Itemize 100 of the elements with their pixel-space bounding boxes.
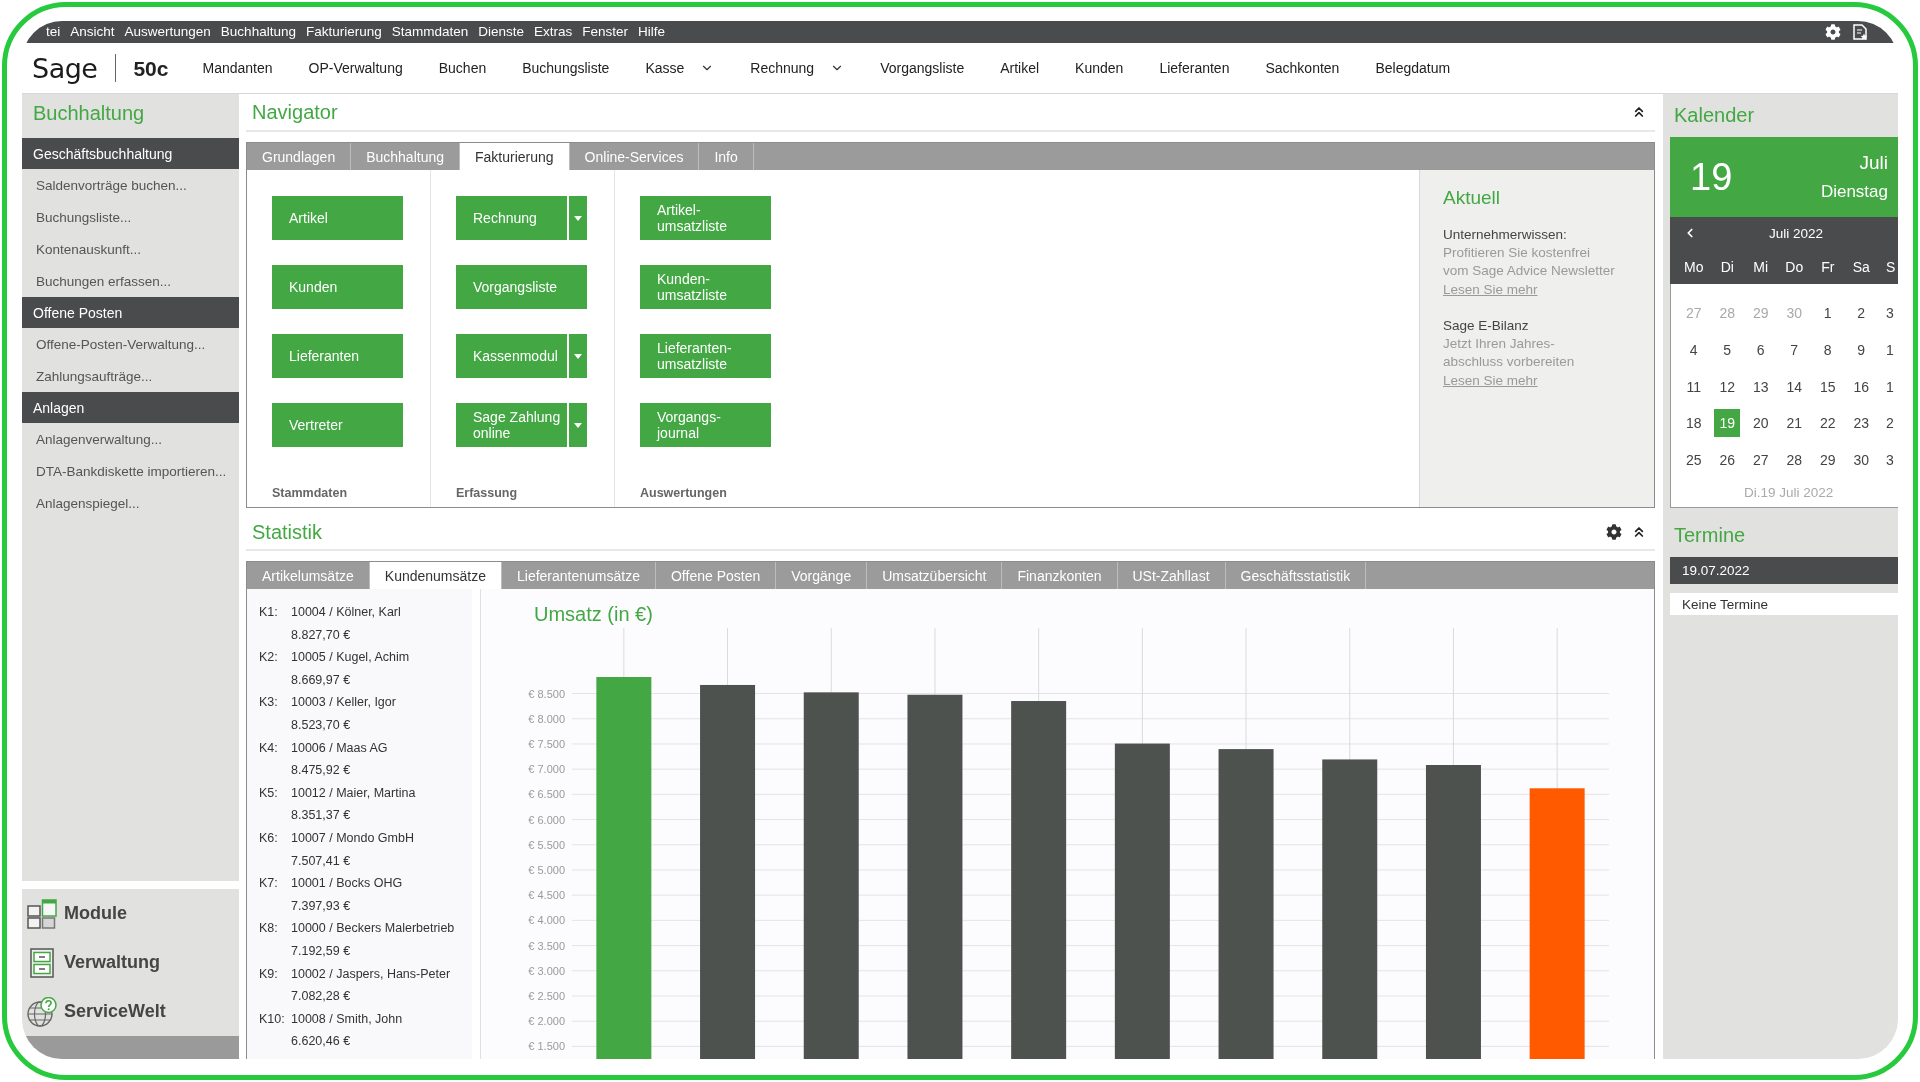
calendar-day[interactable]: 8 [1814,336,1841,365]
weekday-label: S [1885,258,1897,275]
calendar-day[interactable]: 23 [1848,409,1875,438]
calendar-day[interactable]: 12 [1714,372,1741,401]
rank-label: K9: [259,965,279,983]
menu-item[interactable]: Hilfe [638,22,666,42]
calendar-day[interactable]: 25 [1680,446,1707,475]
customer-amount: 8.523,70 € [291,716,352,734]
toolbar-button[interactable]: Belegdatum [1375,60,1451,76]
menu-item[interactable]: Ansicht [70,22,115,42]
customer-name: 10002 / Jaspers, Hans-Peter [291,965,452,983]
panel-title: Termine [1673,522,1747,548]
settings-icon[interactable] [1825,24,1841,40]
menu-item[interactable]: tei [46,22,61,42]
customer-amount: 7.397,93 € [291,897,352,915]
calendar-day[interactable]: 1 [1814,299,1841,328]
calendar-day[interactable]: 13 [1747,372,1774,401]
sidebar-item[interactable]: DTA-Bankdiskette importieren... [22,455,239,487]
rank-label: K10: [259,1010,286,1028]
calendar-day[interactable]: 11 [1680,372,1707,401]
weekday-name: Dienstag [1820,181,1888,203]
calendar-day[interactable]: 30 [1848,446,1875,475]
calendar-day[interactable]: 26 [1714,446,1741,475]
section-title: Navigator [252,100,338,125]
caret-icon [574,353,582,359]
toolbar-button[interactable]: OP-Verwaltung [308,60,403,76]
tab[interactable]: Kundenumsätze [369,562,502,589]
calendar-day[interactable]: 3 [1878,299,1894,328]
sidebar-group-header[interactable]: Geschäftsbuchhaltung [22,138,239,169]
calendar-day[interactable]: 2 [1848,299,1875,328]
section-title: Statistik [252,519,323,545]
rank-label: K3: [259,694,279,712]
calendar-day[interactable]: 5 [1714,336,1741,365]
calendar-day[interactable]: 7 [1781,336,1808,365]
calendar-day[interactable]: 28 [1781,446,1808,475]
menu-item[interactable]: Auswertungen [124,22,211,42]
sidebar-item[interactable]: Anlagenverwaltung... [22,423,239,455]
rank-label: K4: [259,739,279,757]
sidebar-item[interactable]: Zahlungsaufträge... [22,360,239,392]
calendar-day[interactable]: 1 [1878,336,1894,365]
axis-label: € 8.000 [528,712,565,725]
sidebar-group-header[interactable]: Offene Posten [22,297,239,328]
calendar-day[interactable]: 6 [1747,336,1774,365]
caret-icon [574,422,582,428]
sidebar-item[interactable]: Anlagenspiegel... [22,487,239,519]
toolbar-button[interactable]: Vorgangsliste [880,60,965,76]
sidebar-group-header[interactable]: Anlagen [22,392,239,423]
toolbar-button[interactable]: Mandanten [202,60,273,76]
calendar-day[interactable]: 27 [1747,446,1774,475]
shortcut-button[interactable]: Module [22,889,127,938]
sidebar-item[interactable]: Saldenvorträge buchen... [22,169,239,201]
customer-amount: 8.351,37 € [291,807,352,825]
weekday-label: Do [1784,258,1805,275]
axis-label: € 7.000 [528,763,565,776]
customer-name: 10006 / Maas AG [291,739,389,757]
calendar-day[interactable]: 20 [1747,409,1774,438]
toolbar-button[interactable]: Sachkonten [1265,60,1340,76]
toolbar-button[interactable]: Rechnung [750,60,815,76]
sidebar-item[interactable]: Buchungen erfassen... [22,265,239,297]
calendar-day[interactable]: 15 [1814,372,1841,401]
month-label: Juli 2022 [1769,225,1824,241]
shortcut-button[interactable]: Verwaltung [22,938,161,987]
menu-item[interactable]: Dienste [478,22,525,42]
toolbar-button[interactable]: Buchen [438,60,487,76]
axis-label: € 7.500 [528,737,565,750]
menu-item[interactable]: Fakturierung [305,22,382,42]
shortcut-button[interactable]: ServiceWelt [22,987,166,1036]
document-icon[interactable] [1853,24,1868,40]
toolbar-button[interactable]: Artikel [1000,60,1040,76]
axis-label: € 4.000 [528,914,565,927]
calendar-day[interactable]: 29 [1814,446,1841,475]
calendar-day[interactable]: 14 [1781,372,1808,401]
calendar-day[interactable]: 3 [1878,446,1894,475]
customer-name: 10000 / Beckers Malerbetrieb [291,920,456,938]
calendar-day[interactable]: 2 [1878,409,1894,438]
sidebar-item[interactable]: Kontenauskunft... [22,233,239,265]
calendar-day[interactable]: 4 [1680,336,1707,365]
calendar-day[interactable]: 21 [1781,409,1808,438]
month-name: Juli [1859,151,1888,175]
sidebar-item[interactable]: Buchungsliste... [22,201,239,233]
menu-item[interactable]: Stammdaten [391,22,469,42]
axis-label: € 4.500 [528,889,565,902]
calendar-day[interactable]: 16 [1848,372,1875,401]
toolbar-button[interactable]: Lieferanten [1159,60,1230,76]
sidebar-title: Buchhaltung [32,100,146,126]
menu-item[interactable]: Extras [534,22,573,42]
toolbar-button[interactable]: Kunden [1075,60,1124,76]
sidebar-item[interactable]: Offene-Posten-Verwaltung... [22,328,239,360]
tab[interactable]: Fakturierung [460,143,570,170]
toolbar-button[interactable]: Buchungsliste [522,60,610,76]
calendar-day[interactable]: 18 [1680,409,1707,438]
calendar-day[interactable]: 1 [1878,372,1894,401]
calendar-day[interactable]: 9 [1848,336,1875,365]
toolbar-button[interactable]: Kasse [645,60,685,76]
rank-label: K1: [259,604,279,621]
calendar-day[interactable]: 22 [1814,409,1841,438]
weekday-label: Mo [1683,258,1705,275]
menu-item[interactable]: Buchhaltung [220,22,296,42]
menu-item[interactable]: Fenster [582,22,629,42]
settings-icon[interactable] [1606,523,1622,540]
